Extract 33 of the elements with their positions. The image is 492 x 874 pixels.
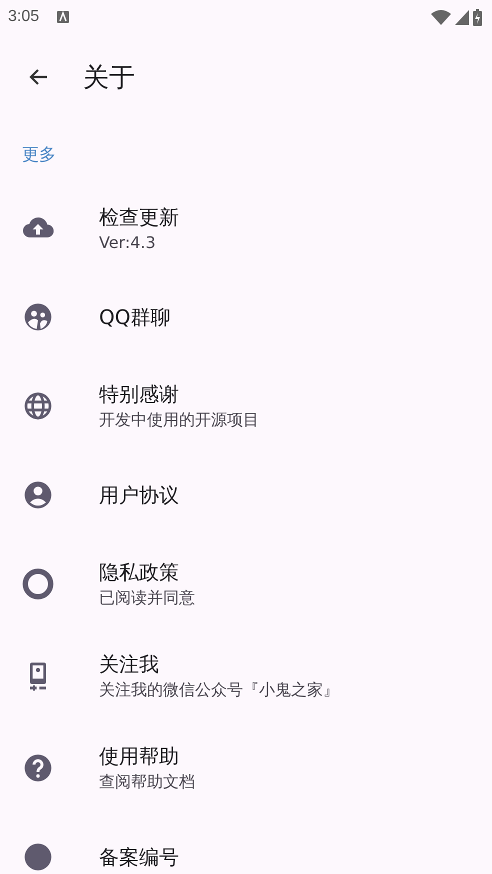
battery-icon [473,8,482,26]
settings-item[interactable]: 特别感谢 开发中使用的开源项目 [0,360,492,452]
item-title: 备案编号 [99,844,179,870]
item-title: 关注我 [99,651,160,678]
circle-icon [22,568,54,600]
item-subtitle: 已阅读并同意 [99,588,195,609]
item-title: 使用帮助 [99,743,180,770]
item-title: 特别感谢 [99,381,180,408]
status-time: 3:05 [8,8,40,26]
wifi-icon [431,10,451,24]
item-subtitle: 开发中使用的开源项目 [99,410,259,431]
settings-item[interactable]: 隐私政策 已阅读并同意 [0,538,492,630]
item-title: 隐私政策 [99,559,180,586]
settings-item[interactable]: 备案编号 [0,814,492,874]
settings-item[interactable]: 用户协议 [0,452,492,538]
help-icon [22,752,54,784]
group-icon [22,301,54,333]
signal-icon [455,10,469,24]
item-title: 用户协议 [99,482,179,508]
item-subtitle: 关注我的微信公众号『小鬼之家』 [99,680,339,701]
settings-item[interactable]: QQ群聊 [0,274,492,360]
item-subtitle: 查阅帮助文档 [99,772,195,793]
account-icon [22,479,54,511]
page-title: 关于 [83,62,135,94]
settings-item[interactable]: 检查更新 Ver:4.3 [0,182,492,274]
settings-item[interactable]: 关注我 关注我的微信公众号『小鬼之家』 [0,630,492,722]
item-title: QQ群聊 [99,304,170,330]
settings-item[interactable]: 使用帮助 查阅帮助文档 [0,722,492,814]
section-header: 更多 [22,144,56,166]
notification-icon [57,11,70,23]
item-title: 检查更新 [99,204,179,231]
item-subtitle: Ver:4.3 [99,233,157,252]
globe-icon [22,390,54,422]
